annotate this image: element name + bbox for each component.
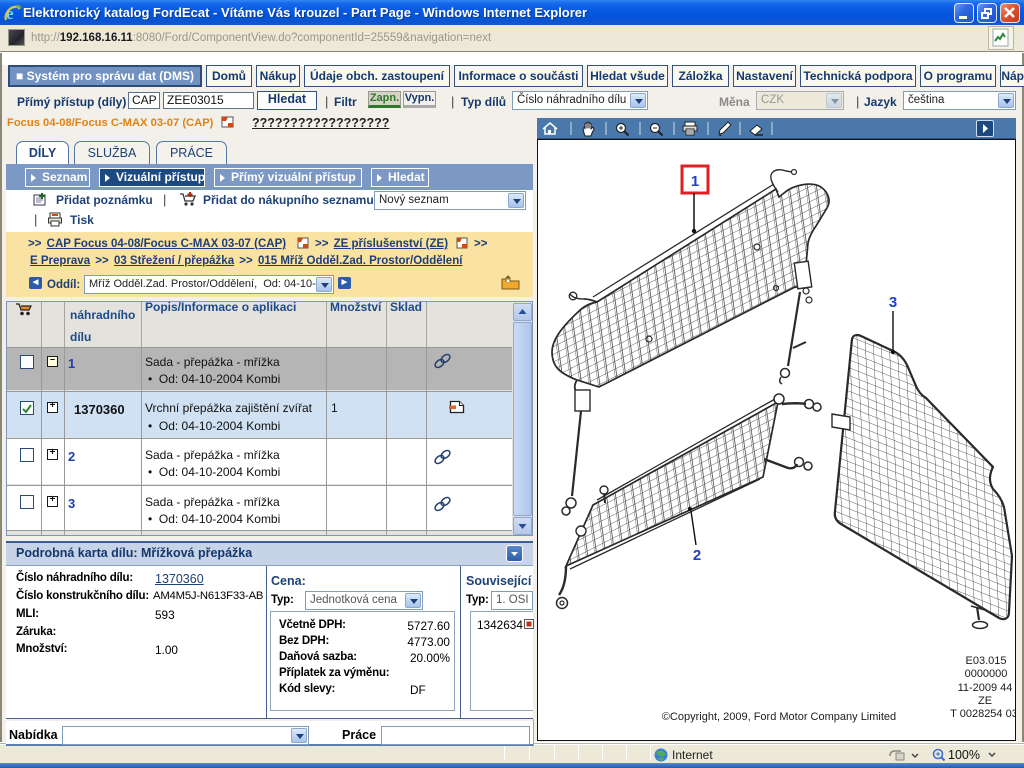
svg-text:T 0028254 03: T 0028254 03 bbox=[950, 708, 1015, 720]
svg-text:E03.015: E03.015 bbox=[966, 655, 1007, 667]
svg-text:11-2009 44: 11-2009 44 bbox=[958, 682, 1013, 694]
svg-text:ZE: ZE bbox=[978, 695, 992, 707]
svg-text:0000000: 0000000 bbox=[965, 668, 1008, 680]
svg-text:2: 2 bbox=[693, 547, 701, 564]
svg-text:100%: 100% bbox=[948, 748, 980, 762]
svg-text:1: 1 bbox=[691, 173, 699, 190]
svg-text:3: 3 bbox=[889, 294, 897, 311]
svg-text:©Copyright, 2009, Ford Motor C: ©Copyright, 2009, Ford Motor Company Lim… bbox=[662, 711, 896, 723]
